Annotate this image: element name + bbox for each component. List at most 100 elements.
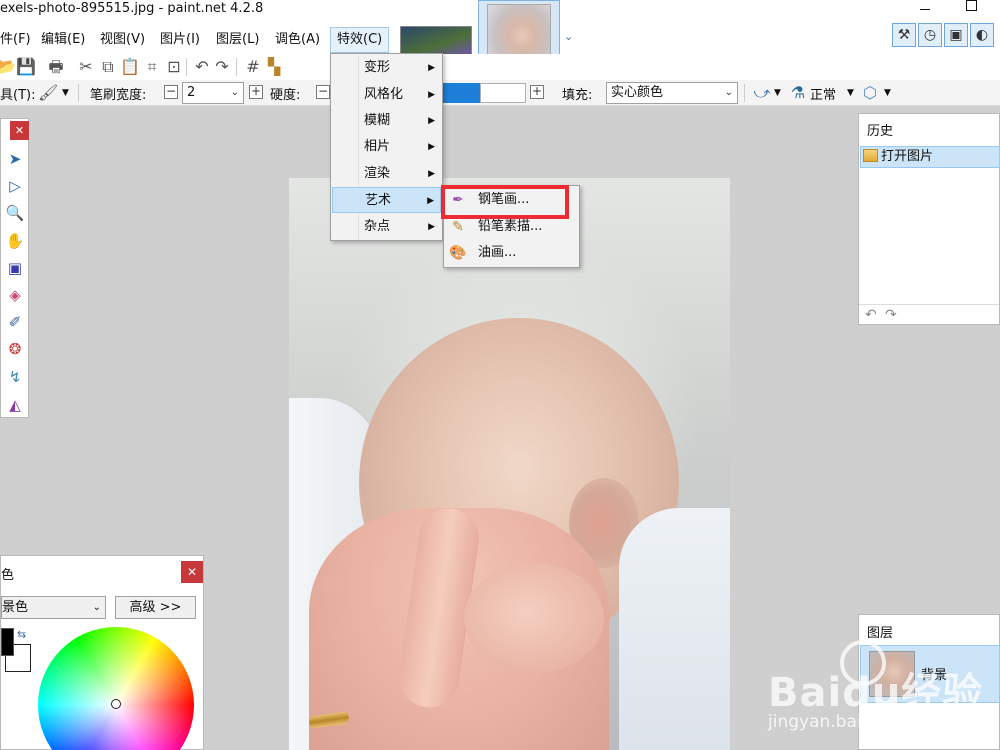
color-mode-select[interactable]: 景色 ⌄ (1, 596, 106, 619)
chevron-down-icon[interactable]: ▼ (774, 88, 781, 98)
window-toggle-icons: ⚒ ◷ ▣ ◐ (892, 23, 996, 49)
tool-options-bar: 具(T): 🖌 ▼ 笔刷宽度: − 2 ⌄ + 硬度: − + 填充: 实心颜色… (0, 80, 1000, 106)
chevron-down-icon[interactable]: ▼ (62, 88, 69, 98)
rectangle-select-icon[interactable]: ▣ (5, 258, 25, 278)
fill-label: 填充: (562, 88, 593, 103)
chevron-right-icon: ▶ (428, 222, 435, 232)
open-folder-icon[interactable]: 📂 (0, 57, 16, 77)
save-icon[interactable]: 💾 (16, 57, 36, 77)
chevron-right-icon: ▶ (428, 169, 435, 179)
fill-value: 实心颜色 (611, 85, 664, 100)
tools-window-icon[interactable]: ⚒ (892, 23, 916, 47)
menu-item-label: 艺术 (365, 193, 392, 208)
menu-image[interactable]: 图片(I) (160, 27, 200, 53)
decrease-icon[interactable]: − (316, 85, 330, 99)
history-window-icon[interactable]: ◷ (918, 23, 942, 47)
paintbrush-icon[interactable]: 🖌 (38, 83, 58, 103)
menu-layers[interactable]: 图层(L) (216, 27, 259, 53)
selection-mode-icon[interactable]: ⬡ (860, 83, 880, 103)
maximize-button[interactable] (956, 0, 986, 22)
advanced-button[interactable]: 高级 >> (115, 596, 196, 619)
annotation-highlight-box (441, 185, 569, 219)
chevron-down-icon[interactable]: ▼ (847, 88, 854, 98)
pan-icon[interactable]: ✋ (5, 231, 25, 251)
undo-icon[interactable]: ↶ (192, 57, 212, 77)
menu-item-render[interactable]: 渲染 ▶ (332, 161, 441, 187)
close-icon[interactable]: ✕ (10, 121, 29, 140)
cut-icon[interactable]: ✂ (76, 57, 96, 77)
color-wheel-cursor[interactable] (111, 699, 121, 709)
recolor-icon[interactable]: ❂ (5, 339, 25, 359)
fill-select[interactable]: 实心颜色 ⌄ (606, 82, 738, 104)
grid-icon[interactable]: # (243, 57, 263, 77)
canvas-region-blanket-right (619, 508, 730, 750)
menu-item-blur[interactable]: 模糊 ▶ (332, 108, 441, 134)
decrease-icon[interactable]: − (164, 85, 178, 99)
menu-edit[interactable]: 编辑(E) (41, 27, 85, 53)
blend-mode-value[interactable]: 正常 (810, 84, 836, 103)
color-wheel[interactable] (38, 627, 194, 750)
layers-window-icon[interactable]: ▣ (944, 23, 968, 47)
ruler-icon[interactable]: ▚ (264, 57, 284, 77)
paste-icon[interactable]: 📋 (120, 57, 140, 77)
menu-item-noise[interactable]: 杂点 ▶ (332, 214, 441, 240)
line-curve-icon[interactable]: ↯ (5, 367, 25, 387)
menu-item-photo[interactable]: 相片 ▶ (332, 134, 441, 160)
brush-width-value: 2 (187, 85, 196, 100)
print-icon[interactable]: 🖶 (46, 57, 66, 77)
move-selected-icon[interactable]: ▷ (5, 176, 25, 196)
hardness-slider-track[interactable] (480, 83, 526, 103)
menu-adjustments[interactable]: 调色(A) (275, 27, 320, 53)
panel-title: 历史 (867, 124, 894, 139)
undo-icon[interactable]: ↶ (865, 307, 877, 323)
deselect-icon[interactable]: ⊡ (164, 57, 184, 77)
chevron-down-icon: ⌄ (230, 87, 239, 98)
shapes-icon[interactable]: ◭ (5, 395, 25, 415)
menu-item-label: 风格化 (364, 87, 404, 102)
increase-icon[interactable]: + (530, 85, 544, 99)
watermark-logo: Baidu经验 (768, 670, 984, 716)
menu-file[interactable]: 件(F) (0, 27, 31, 53)
separator (744, 84, 745, 102)
increase-icon[interactable]: + (249, 85, 263, 99)
chevron-right-icon: ▶ (428, 142, 435, 152)
chevron-right-icon: ▶ (427, 196, 434, 206)
menu-item-oil-painting[interactable]: 🎨 油画... (445, 240, 578, 266)
zoom-icon[interactable]: 🔍 (5, 203, 25, 223)
separator (186, 58, 187, 76)
chevron-down-icon[interactable]: ▼ (884, 88, 891, 98)
panel-title: 图层 (867, 626, 894, 641)
menu-item-distort[interactable]: 变形 ▶ (332, 55, 441, 81)
menu-view[interactable]: 视图(V) (100, 27, 145, 53)
copy-icon[interactable]: ⧉ (98, 57, 118, 77)
primary-color-swatch[interactable] (1, 628, 14, 656)
palette-icon: 🎨 (449, 245, 467, 261)
eraser-icon[interactable]: ◈ (5, 285, 25, 305)
color-mode-value: 景色 (2, 600, 29, 615)
menu-item-artistic[interactable]: 艺术 ▶ (332, 187, 441, 213)
move-selection-icon[interactable]: ➤ (5, 149, 25, 169)
menu-item-stylize[interactable]: 风格化 ▶ (332, 82, 441, 108)
color-picker-icon[interactable]: ✐ (5, 312, 25, 332)
hardness-slider-fill[interactable] (438, 83, 480, 103)
toolbar: 📂 💾 🖶 ✂ ⧉ 📋 ⌗ ⊡ ↶ ↷ # ▚ (0, 54, 1000, 80)
watermark-url: jingyan.baidu.com (768, 712, 925, 732)
tool-label: 具(T): (0, 88, 36, 103)
colors-panel: 色 ✕ 景色 ⌄ 高级 >> ⇆ (0, 555, 204, 750)
history-item[interactable]: 打开图片 (860, 146, 1000, 168)
chevron-down-icon[interactable]: ⌄ (564, 30, 576, 43)
close-icon[interactable]: ✕ (181, 561, 203, 583)
redo-icon[interactable]: ↷ (212, 57, 232, 77)
redo-icon[interactable]: ↷ (885, 307, 897, 323)
brush-width-input[interactable]: 2 ⌄ (182, 82, 244, 104)
antialias-icon[interactable]: ⤻ (752, 83, 772, 103)
minimize-button[interactable] (910, 0, 940, 22)
history-item-label: 打开图片 (881, 149, 934, 164)
watermark: Baidu经验 jingyan.baidu.com (768, 640, 1000, 750)
blend-mode-icon[interactable]: ⚗ (788, 83, 808, 103)
menu-effects[interactable]: 特效(C) (330, 27, 390, 53)
swap-colors-icon[interactable]: ⇆ (17, 628, 26, 641)
colors-window-icon[interactable]: ◐ (970, 23, 994, 47)
crop-icon[interactable]: ⌗ (142, 57, 162, 77)
effects-menu: 变形 ▶ 风格化 ▶ 模糊 ▶ 相片 ▶ 渲染 ▶ 艺术 ▶ 杂点 ▶ (330, 53, 443, 241)
